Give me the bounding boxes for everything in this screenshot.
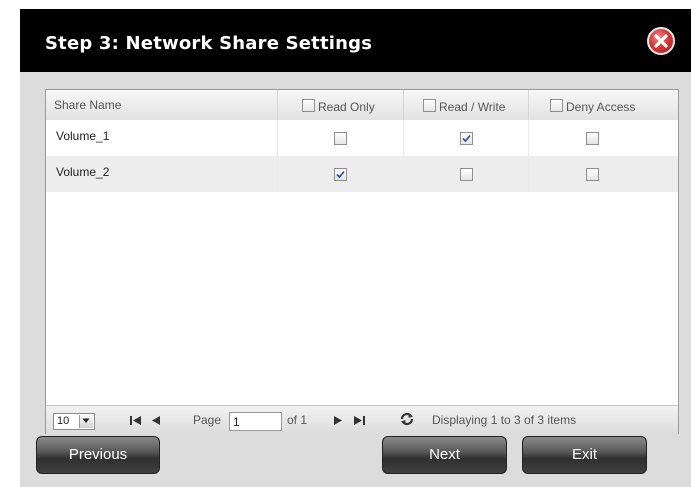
refresh-icon[interactable] (399, 411, 415, 427)
last-page-icon[interactable] (353, 415, 367, 426)
table-row[interactable]: Volume_1 (46, 120, 678, 156)
column-header-deny-access: Deny Access (529, 90, 678, 120)
read-only-checkbox[interactable] (334, 168, 347, 181)
previous-page-icon[interactable] (150, 415, 161, 426)
read-only-cell (278, 156, 404, 192)
chevron-down-icon[interactable] (79, 415, 93, 428)
read-only-all-checkbox[interactable] (302, 99, 315, 112)
page-size-value: 10 (57, 415, 70, 427)
column-label: Read / Write (439, 100, 506, 114)
pager-status: Displaying 1 to 3 of 3 items (432, 413, 577, 427)
share-table: Share Name Read Only Read / Write Deny A… (45, 89, 679, 434)
read-only-cell (278, 120, 404, 156)
pagination-bar: 10 Page 1 of 1 Displaying 1 to 3 of 3 it… (46, 405, 678, 434)
check-icon (336, 170, 345, 179)
deny-access-all-checkbox[interactable] (550, 99, 563, 112)
dialog-title: Step 3: Network Share Settings (45, 33, 373, 54)
column-header-share-name[interactable]: Share Name (46, 90, 278, 120)
deny-access-cell (529, 120, 678, 156)
deny-access-cell (529, 156, 678, 192)
page-label: Page (193, 413, 222, 427)
read-write-checkbox[interactable] (460, 132, 473, 145)
page-size-select[interactable]: 10 (53, 413, 95, 430)
column-header-read-only: Read Only (278, 90, 404, 120)
deny-access-checkbox[interactable] (586, 168, 599, 181)
next-page-icon[interactable] (333, 415, 344, 426)
share-name: Volume_1 (56, 129, 110, 143)
share-name-cell: Volume_2 (46, 156, 278, 192)
table-header: Share Name Read Only Read / Write Deny A… (46, 90, 678, 121)
column-header-read-write: Read / Write (404, 90, 529, 120)
column-label: Deny Access (566, 100, 636, 114)
read-write-all-checkbox[interactable] (423, 99, 436, 112)
page-number-input[interactable]: 1 (229, 412, 282, 431)
dialog-titlebar: Step 3: Network Share Settings (20, 9, 691, 72)
exit-button[interactable]: Exit (522, 436, 647, 474)
network-share-dialog: Step 3: Network Share Settings Share Nam… (20, 9, 691, 487)
deny-access-checkbox[interactable] (586, 132, 599, 145)
first-page-icon[interactable] (129, 415, 143, 426)
read-write-cell (404, 156, 529, 192)
share-name: Volume_2 (56, 165, 110, 179)
read-write-cell (404, 120, 529, 156)
next-button[interactable]: Next (382, 436, 507, 474)
check-icon (462, 134, 471, 143)
close-icon[interactable] (647, 27, 675, 55)
previous-button[interactable]: Previous (36, 436, 160, 474)
column-label: Share Name (54, 98, 122, 112)
read-write-checkbox[interactable] (460, 168, 473, 181)
column-label: Read Only (318, 100, 375, 114)
table-row[interactable]: Volume_2 (46, 156, 678, 192)
read-only-checkbox[interactable] (334, 132, 347, 145)
share-name-cell: Volume_1 (46, 120, 278, 156)
page-count-label: of 1 (287, 413, 308, 427)
